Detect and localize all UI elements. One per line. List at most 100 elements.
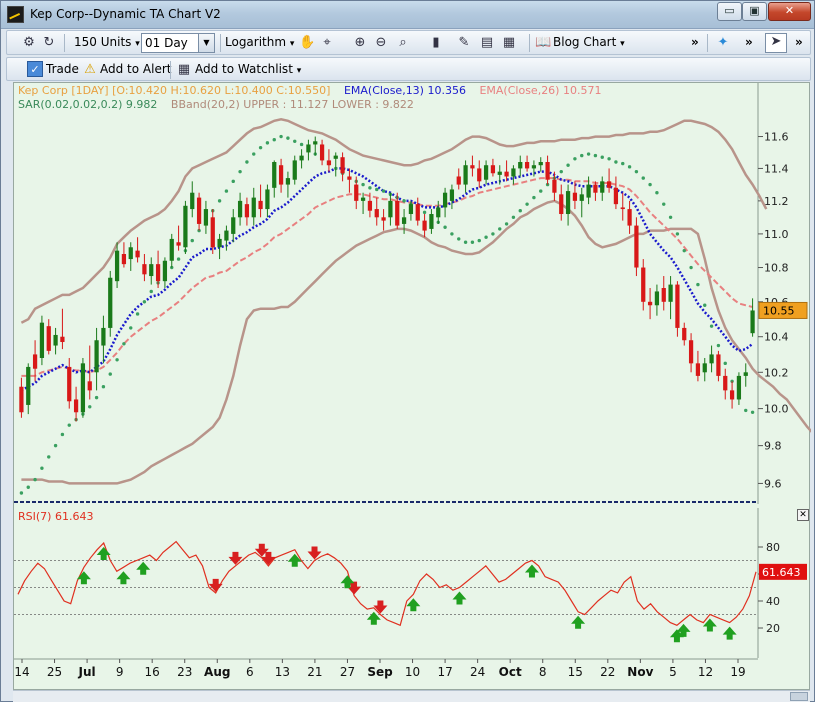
candle-down <box>490 165 496 174</box>
blog-chart-dropdown[interactable]: Blog Chart ▾ <box>553 34 625 52</box>
warning-icon: ⚠ <box>84 62 96 77</box>
sar-dot <box>40 466 44 470</box>
period-select[interactable]: 01 Day ▼ <box>141 33 215 53</box>
legend-bband: BBand(20,2) UPPER : 11.127 LOWER : 9.822 <box>170 98 414 111</box>
buy-arrow-icon <box>366 611 381 625</box>
scale-dropdown[interactable]: Logarithm ▾ <box>225 34 294 52</box>
scrollbar-thumb[interactable] <box>790 692 808 701</box>
sar-dot <box>703 303 707 307</box>
crosshair-cursor-icon[interactable]: ⌖ <box>319 35 335 51</box>
add-to-watchlist-dropdown[interactable]: Add to Watchlist ▾ <box>195 61 301 79</box>
sar-dot <box>621 161 625 166</box>
blog-chart-label: Blog Chart <box>553 35 617 49</box>
candle-down <box>319 144 325 161</box>
watchlist-label: Add to Watchlist <box>195 62 293 76</box>
cursor-mode-icon[interactable]: ✦ <box>715 35 731 51</box>
sar-dot <box>450 232 454 236</box>
candle-up <box>736 375 742 400</box>
candle-up <box>579 194 584 201</box>
price-chart[interactable]: 11.611.411.211.010.810.610.410.210.09.89… <box>14 83 811 504</box>
date-tick-label: 16 <box>145 665 160 679</box>
minimize-button[interactable]: ▭ <box>717 2 742 21</box>
sar-dot <box>744 408 748 413</box>
rsi-chart[interactable]: 8060402061.643 <box>14 508 811 658</box>
legend-ema13: EMA(Close,13) 10.356 <box>343 84 466 97</box>
settings-icon[interactable]: ⚙ <box>21 35 37 51</box>
candle-down <box>395 200 400 226</box>
price-tick-label: 11.6 <box>764 131 789 144</box>
buy-arrow-icon <box>287 553 302 567</box>
legend-ohlc: Kep Corp [1DAY] [O:10.420 H:10.620 L:10.… <box>18 84 331 97</box>
refresh-icon[interactable]: ↻ <box>41 35 57 51</box>
candle-down <box>682 327 687 341</box>
candle-up <box>39 322 45 358</box>
chart-area[interactable]: 11.611.411.211.010.810.610.410.210.09.89… <box>13 82 811 690</box>
date-tick-label: Aug <box>204 665 230 679</box>
sar-dot <box>443 225 447 229</box>
sar-dot <box>402 199 406 203</box>
close-button[interactable]: ✕ <box>768 2 811 21</box>
candle-up <box>401 217 407 224</box>
price-legend: Kep Corp [1DAY] [O:10.420 H:10.620 L:10.… <box>18 84 611 97</box>
zoom-in-icon[interactable]: ⊕ <box>352 35 368 51</box>
date-tick-label: 14 <box>14 665 29 679</box>
zoom-area-icon[interactable]: ⌕ <box>395 35 411 51</box>
sar-dot <box>491 232 495 236</box>
candle-down <box>695 363 701 376</box>
date-tick-label: Sep <box>367 665 393 679</box>
sar-dot <box>750 410 755 414</box>
candle-up <box>436 207 441 218</box>
sar-dot <box>368 186 372 190</box>
sar-dot <box>675 232 680 236</box>
units-dropdown[interactable]: 150 Units ▾ <box>74 34 140 52</box>
trade-button[interactable]: Trade <box>46 61 79 79</box>
candle-down <box>675 284 680 328</box>
sar-dot <box>176 257 181 261</box>
add-to-alert-button[interactable]: Add to Alert <box>100 61 171 79</box>
candle-up <box>408 204 414 215</box>
candle-up <box>463 165 468 185</box>
window-title: Kep Corp--Dynamic TA Chart V2 <box>30 7 221 21</box>
overflow-chevron-icon[interactable]: » <box>795 34 803 52</box>
sar-dot <box>525 202 529 206</box>
last-price-label: 10.55 <box>763 304 795 317</box>
candle-down <box>374 209 379 218</box>
title-bar[interactable]: Kep Corp--Dynamic TA Chart V2 ▭ ▣ ✕ <box>1 1 814 29</box>
candlestick-icon[interactable]: ▮ <box>428 35 444 51</box>
candle-down <box>477 168 482 182</box>
sar-dot <box>422 210 427 215</box>
color-palette-icon[interactable]: ▦ <box>501 35 517 51</box>
maximize-button[interactable]: ▣ <box>742 2 767 21</box>
sar-dot <box>634 169 639 174</box>
sell-arrow-icon <box>373 600 388 614</box>
candle-down <box>354 184 359 201</box>
sar-dot <box>375 187 379 192</box>
pointer-arrow-icon[interactable]: ➤ <box>765 33 787 53</box>
sell-arrow-icon <box>228 551 243 565</box>
chevron-down-icon[interactable]: ▼ <box>198 34 214 52</box>
zoom-out-icon[interactable]: ⊖ <box>373 35 389 51</box>
drawing-tool-icon[interactable]: ✎ <box>456 35 472 51</box>
note-icon[interactable]: ▤ <box>479 35 495 51</box>
candle-up <box>497 171 502 175</box>
candle-up <box>360 197 366 201</box>
pan-hand-icon[interactable]: ✋ <box>299 35 315 51</box>
overflow-chevron-icon[interactable]: » <box>745 34 753 52</box>
candle-up <box>265 189 270 210</box>
sar-dot <box>484 235 488 239</box>
date-tick-label: 6 <box>246 665 254 679</box>
candle-down <box>504 171 509 177</box>
horizontal-scrollbar[interactable] <box>13 690 810 702</box>
date-axis: 14 25 Jul 9 16 23 Aug 6 13 21 27 Sep 10 17 24 Oct 8 15 22 N… <box>14 658 758 679</box>
date-tick-label: 5 <box>669 665 677 679</box>
sar-dot <box>361 182 365 187</box>
checkbox-checked-icon[interactable]: ✓ <box>27 61 43 77</box>
price-tick-label: 11.2 <box>764 195 789 208</box>
candle-down <box>593 184 598 193</box>
sar-dot <box>600 155 604 159</box>
overflow-chevron-icon[interactable]: » <box>691 34 699 52</box>
candle-up <box>217 238 222 248</box>
buy-arrow-icon <box>722 626 737 640</box>
close-pane-icon[interactable]: ✕ <box>797 509 809 521</box>
candle-up <box>442 192 448 208</box>
